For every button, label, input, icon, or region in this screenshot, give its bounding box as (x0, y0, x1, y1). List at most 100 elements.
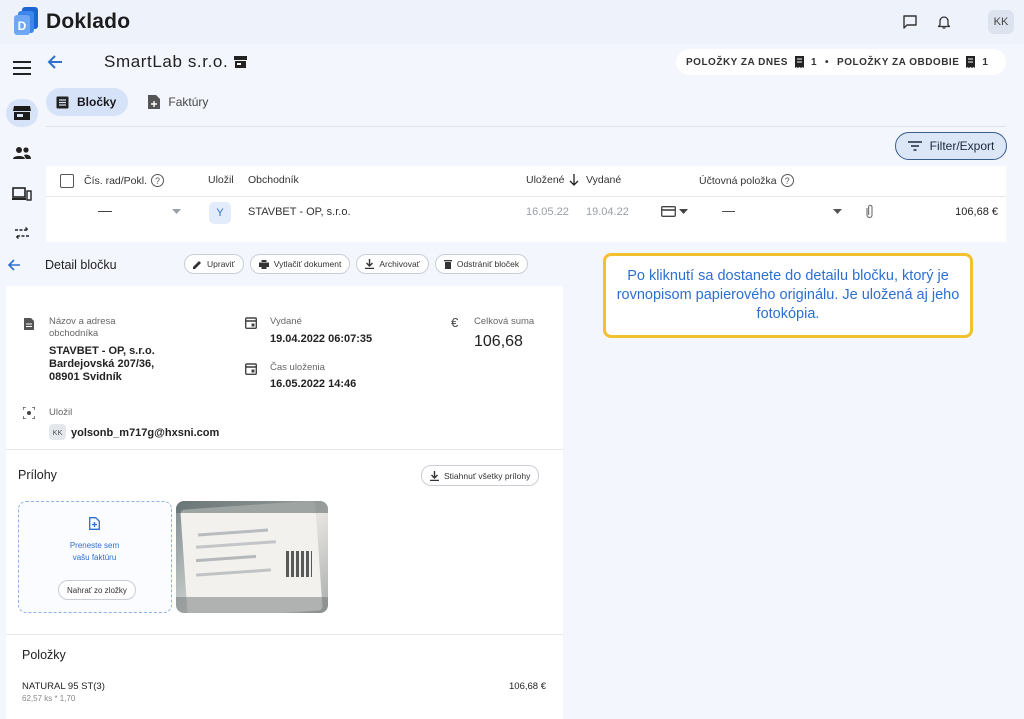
col-merchant[interactable]: Obchodník (248, 174, 299, 186)
tabs: Bločky Faktúry (46, 88, 220, 116)
detail-actions: Upraviť Vytlačiť dokument Archivovať Ods… (184, 254, 529, 274)
col-number[interactable]: Čís. rad/Pokl. ? (84, 174, 165, 187)
col-number-label: Čís. rad/Pokl. (84, 174, 148, 187)
col-merchant-label: Obchodník (248, 174, 299, 186)
today-count: 1 (810, 56, 818, 68)
today-label: POLOŽKY ZA DNES (686, 56, 788, 68)
receipt-photo[interactable] (176, 501, 328, 613)
total-value: 106,68 (474, 333, 523, 350)
row-merchant: STAVBET - OP, s.r.o. (248, 206, 351, 218)
app-name: Doklado (46, 10, 131, 33)
section-divider (6, 634, 563, 635)
saved-by-avatar: Y (209, 202, 231, 224)
delete-button[interactable]: Odstrániť bloček (434, 254, 529, 274)
tab-blocky[interactable]: Bločky (46, 88, 129, 116)
company-title: SmartLab s.r.o. (104, 52, 248, 72)
filter-label: Filter/Export (929, 139, 995, 153)
doklado-logo-icon: D (14, 7, 38, 35)
svg-text:D: D (18, 19, 27, 33)
col-saved-by-label: Uložil (208, 174, 234, 186)
qr-code (286, 551, 312, 577)
total-label: Celková suma (474, 316, 535, 327)
notifications-bell-icon[interactable] (932, 10, 956, 34)
col-saved-by[interactable]: Uložil (208, 174, 234, 186)
col-saved[interactable]: Uložené (526, 174, 579, 186)
period-count: 1 (982, 56, 989, 68)
section-divider (6, 449, 563, 450)
filter-export-button[interactable]: Filter/Export (895, 132, 1007, 160)
chevron-down-icon[interactable] (172, 209, 181, 215)
receipt-list-icon (56, 96, 69, 108)
stats-separator: • (825, 56, 830, 68)
merchant-line-3: 08901 Svidník (49, 371, 122, 383)
help-icon[interactable]: ? (780, 174, 794, 187)
top-bar (0, 0, 1024, 44)
file-add-icon (89, 517, 100, 530)
item-detail: 62,57 ks * 1,70 (22, 694, 76, 703)
back-arrow-icon[interactable] (8, 259, 21, 271)
archive-label: Archivovať (379, 259, 420, 269)
feedback-icon[interactable] (898, 10, 922, 34)
store-small-icon (234, 56, 248, 68)
upload-from-folder-button[interactable]: Nahrať zo zložky (58, 580, 136, 600)
print-button[interactable]: Vytlačiť dokument (249, 254, 351, 274)
upload-label: Nahrať zo zložky (67, 585, 127, 595)
tab-faktury[interactable]: Faktúry (138, 88, 220, 116)
saved-time-value: 16.05.2022 14:46 (270, 378, 357, 390)
download-all-button[interactable]: Stiahnuť všetky prílohy (421, 465, 540, 486)
receipt-icon (794, 56, 804, 68)
transfer-icon[interactable] (6, 219, 38, 247)
header-divider (46, 196, 1006, 197)
callout-text: Po kliknutí sa dostanete do detailu bloč… (616, 268, 960, 322)
merchant-line-1: STAVBET - OP, s.r.o. (49, 345, 155, 357)
receipts-table: Čís. rad/Pokl. ? Uložil Obchodník Uložen… (46, 166, 1006, 242)
archive-button[interactable]: Archivovať (356, 254, 429, 274)
people-icon[interactable] (6, 139, 38, 167)
calendar-icon (245, 363, 257, 375)
scan-user-icon (23, 407, 35, 419)
merchant-line-2: Bardejovská 207/36, (49, 358, 155, 370)
receipt-icon (966, 56, 976, 68)
help-icon[interactable]: ? (151, 174, 165, 187)
col-saved-label: Uložené (526, 174, 565, 186)
edit-label: Upraviť (207, 259, 235, 269)
saved-by-email: yolsonb_m717g@hxsni.com (71, 427, 220, 439)
delete-label: Odstrániť bloček (456, 259, 520, 269)
devices-icon[interactable] (6, 180, 38, 208)
attachment-clip-icon[interactable] (865, 204, 874, 219)
col-issued-label: Vydané (586, 174, 622, 186)
issued-label: Vydané (270, 316, 302, 327)
period-label: POLOŽKY ZA OBDOBIE (837, 56, 960, 68)
chevron-down-icon[interactable] (833, 209, 842, 215)
select-all-checkbox[interactable] (60, 174, 74, 188)
filter-icon (907, 141, 922, 151)
drop-text-1: Preneste sem (69, 541, 120, 550)
document-icon (24, 318, 34, 330)
attachments-title: Prílohy (18, 468, 57, 482)
tab-label: Bločky (77, 95, 117, 109)
chevron-down-icon (679, 208, 688, 214)
sort-down-arrow-icon (569, 174, 578, 186)
printer-icon (258, 259, 269, 269)
company-name: SmartLab s.r.o. (104, 52, 229, 71)
drop-text-2: vašu faktúru (72, 553, 117, 562)
invoice-add-icon (148, 95, 161, 109)
col-issued[interactable]: Vydané (586, 174, 621, 186)
row-saved: 16.05.22 (526, 206, 569, 218)
edit-button[interactable]: Upraviť (184, 254, 244, 274)
menu-icon[interactable] (6, 54, 38, 82)
file-drop-zone[interactable]: Preneste sem vašu faktúru Nahrať zo zlož… (18, 501, 172, 613)
back-arrow-icon[interactable] (46, 52, 66, 72)
download-icon (430, 470, 439, 481)
print-label: Vytlačiť dokument (273, 259, 342, 269)
photo-shadow (176, 501, 328, 513)
saved-time-label: Čas uloženia (270, 362, 325, 373)
euro-icon: € (451, 315, 459, 330)
payment-method-dropdown[interactable] (661, 206, 688, 217)
items-title: Položky (22, 648, 66, 662)
row-issued: 19.04.22 (586, 206, 629, 218)
user-avatar[interactable]: KK (988, 10, 1014, 34)
info-callout: Po kliknutí sa dostanete do detailu bloč… (603, 253, 973, 338)
col-account-item[interactable]: Účtovná položka ? (699, 174, 794, 187)
store-icon[interactable] (6, 99, 38, 127)
